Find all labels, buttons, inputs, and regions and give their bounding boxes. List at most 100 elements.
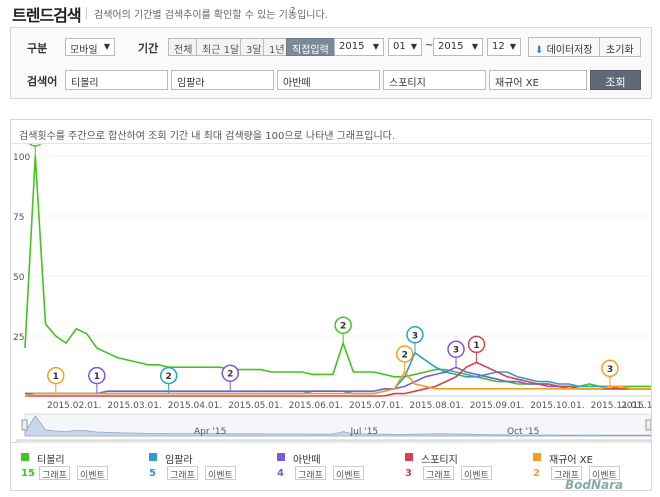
navigator-handle-right	[645, 419, 651, 431]
reset-button[interactable]: 초기화	[599, 37, 641, 57]
category-value: 모바일	[70, 45, 98, 56]
chevron-down-icon: ▼	[471, 42, 478, 51]
save-data-button[interactable]: ⬇ 데이터저장	[528, 37, 600, 57]
graph-button[interactable]: 그래프	[295, 466, 326, 481]
event-marker-label: 3	[412, 331, 418, 341]
header-divider	[86, 7, 87, 19]
series-line-0	[24, 155, 651, 388]
end-year-select[interactable]: 2015 ▼	[433, 38, 483, 56]
y-tick-label: 25	[13, 333, 24, 343]
legend-count: 4	[277, 468, 284, 479]
event-marker-label: 2	[402, 351, 408, 361]
event-button[interactable]: 이벤트	[205, 466, 236, 481]
chevron-down-icon: ▼	[410, 42, 417, 51]
legend-name: 티볼리	[37, 455, 65, 466]
start-year-value: 2015	[339, 41, 365, 52]
y-tick-label: 100	[13, 153, 30, 163]
event-marker-label: 2	[340, 322, 346, 332]
chevron-down-icon: ▼	[103, 42, 110, 51]
watermark: BodNara	[565, 478, 624, 492]
event-marker-label: 2	[166, 372, 172, 382]
graph-button[interactable]: 그래프	[423, 466, 454, 481]
navigator-label: Jul '15	[350, 427, 379, 437]
legend-item: 티볼리 15 그래프 이벤트	[21, 451, 141, 487]
navigator-label: Oct '15	[507, 427, 539, 437]
series-line-2	[25, 366, 651, 395]
legend-count: 3	[405, 468, 412, 479]
page-title: 트렌드검색	[12, 6, 82, 25]
x-tick-label: 2015.06.01.	[289, 401, 343, 411]
start-month-select[interactable]: 01 ▼	[388, 38, 422, 56]
legend-name: 재규어 XE	[549, 455, 593, 466]
x-tick-label: 2015.10.01.	[530, 401, 584, 411]
x-tick-label: 2015.12.01.	[621, 401, 651, 411]
legend-item: 스포티지 3 그래프 이벤트	[405, 451, 525, 487]
event-button[interactable]: 이벤트	[77, 466, 108, 481]
keyword-input-2[interactable]: 임팔라	[171, 70, 274, 90]
x-tick-label: 2015.07.01.	[349, 401, 403, 411]
navigator-handle-left	[21, 419, 28, 431]
page-header: 트렌드검색 검색어의 기간별 검색추이를 확인할 수 있는 기능입니다. ?	[0, 0, 660, 26]
end-year-value: 2015	[438, 41, 464, 52]
graph-button[interactable]: 그래프	[167, 466, 198, 481]
x-tick-label: 2015.05.01.	[228, 401, 282, 411]
legend-swatch	[533, 453, 541, 461]
legend-item: 임팔라 5 그래프 이벤트	[149, 451, 269, 487]
search-button[interactable]: 조회	[590, 70, 641, 90]
trend-line-chart: 100755025121231232312015.02.01.2015.03.0…	[13, 144, 651, 444]
y-tick-label: 75	[13, 213, 24, 223]
search-filter-panel: 구분 모바일 ▼ 기간 전체 최근 1달 3달 1년 직접입력 2015 ▼ 01 ▼…	[10, 27, 652, 99]
event-marker-label: 2	[227, 370, 233, 380]
legend-swatch	[405, 453, 413, 461]
keyword-input-5[interactable]: 재규어 XE	[489, 70, 587, 90]
legend-swatch	[149, 453, 157, 461]
start-year-select[interactable]: 2015 ▼	[334, 38, 384, 56]
legend-count: 5	[149, 468, 156, 479]
legend-name: 임팔라	[165, 455, 193, 466]
legend-name: 스포티지	[421, 455, 458, 466]
category-select[interactable]: 모바일 ▼	[65, 38, 115, 56]
keyword-input-1[interactable]: 티볼리	[65, 70, 168, 90]
save-data-label: 데이터저장	[546, 45, 593, 56]
series-legend: 티볼리 15 그래프 이벤트 임팔라 5 그래프 이벤트 아반떼 4 그래프 이…	[10, 443, 652, 491]
end-month-select[interactable]: 12 ▼	[487, 38, 521, 56]
event-marker-label: 1	[32, 144, 38, 145]
x-tick-label: 2015.03.01.	[107, 401, 161, 411]
x-tick-label: 2015.08.01.	[409, 401, 463, 411]
legend-swatch	[21, 453, 29, 461]
keyword-input-3[interactable]: 아반떼	[277, 70, 380, 90]
legend-name: 아반떼	[293, 455, 321, 466]
graph-button[interactable]: 그래프	[39, 466, 70, 481]
tab-period-1month[interactable]: 최근 1달	[196, 38, 246, 56]
event-marker-label: 1	[94, 372, 100, 382]
legend-item: 아반떼 4 그래프 이벤트	[277, 451, 397, 487]
legend-count: 15	[21, 468, 35, 479]
y-tick-label: 50	[13, 273, 25, 283]
trend-chart-panel: 검색횟수를 주간으로 합산하여 조회 기간 내 최대 검색량을 100으로 나타…	[10, 119, 652, 444]
chart-note: 검색횟수를 주간으로 합산하여 조회 기간 내 최대 검색량을 100으로 나타…	[19, 131, 396, 142]
legend-swatch	[277, 453, 285, 461]
end-month-value: 12	[492, 41, 505, 52]
keyword-input-4[interactable]: 스포티지	[383, 70, 486, 90]
category-label: 구분	[27, 42, 48, 55]
event-marker-label: 3	[453, 346, 459, 356]
x-tick-label: 2015.02.01.	[47, 401, 101, 411]
tab-period-all[interactable]: 전체	[168, 38, 199, 56]
x-tick-label: 2015.09.01.	[470, 401, 524, 411]
download-icon: ⬇	[535, 45, 544, 56]
period-label: 기간	[138, 42, 159, 55]
event-marker-label: 3	[607, 365, 613, 375]
start-month-value: 01	[393, 41, 406, 52]
x-tick-label: 2015.04.01.	[168, 401, 222, 411]
legend-count: 2	[533, 468, 540, 479]
event-button[interactable]: 이벤트	[333, 466, 364, 481]
chevron-down-icon: ▼	[509, 42, 516, 51]
event-button[interactable]: 이벤트	[461, 466, 492, 481]
event-marker-label: 1	[473, 341, 479, 351]
tab-period-custom[interactable]: 직접입력	[286, 38, 335, 56]
keyword-label: 검색어	[27, 75, 58, 88]
help-icon[interactable]: ?	[290, 6, 295, 17]
event-marker-label: 1	[53, 372, 59, 382]
chevron-down-icon: ▼	[372, 42, 379, 51]
navigator-label: Apr '15	[194, 427, 226, 437]
